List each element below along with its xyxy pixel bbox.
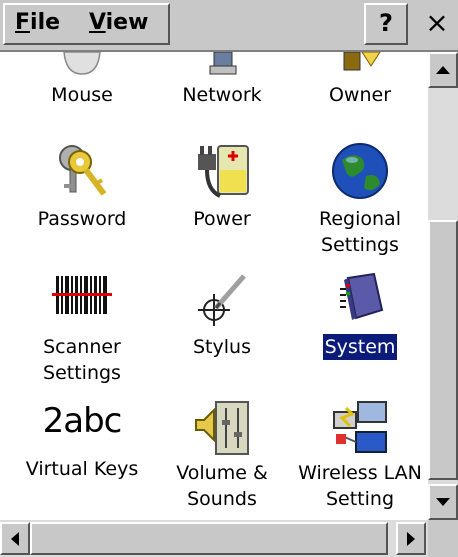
horizontal-scroll-thumb[interactable] <box>30 522 388 555</box>
item-label-line1: Regional <box>319 208 401 230</box>
stylus-crosshair-icon <box>198 274 246 326</box>
owner-icon <box>343 52 381 71</box>
scroll-right-button[interactable] <box>396 522 426 555</box>
horizontal-scrollbar[interactable] <box>0 520 428 557</box>
close-button[interactable]: × <box>418 3 456 45</box>
item-label-line1: Scanner <box>43 336 121 358</box>
power-plug-battery-icon <box>198 145 249 198</box>
help-button[interactable]: ? <box>364 3 408 45</box>
arrow-down-icon <box>436 498 450 506</box>
item-network[interactable]: Network <box>152 52 292 108</box>
scroll-left-button[interactable] <box>0 522 30 555</box>
item-system[interactable]: System <box>290 270 428 361</box>
item-label: Password <box>37 208 127 230</box>
menu-bar: File View ? × <box>0 0 458 52</box>
item-label-line1: Volume & <box>176 462 268 484</box>
control-panel-window: File View ? × Mouse Network Owner Passwo… <box>0 0 458 557</box>
item-label-line2: Settings <box>321 234 399 256</box>
item-label: Stylus <box>193 336 251 358</box>
file-mnemonic: F <box>15 10 31 35</box>
barcode-icon <box>52 276 112 314</box>
item-virtual-keys[interactable]: 2abc Virtual Keys <box>12 398 152 482</box>
item-label-selected: System <box>321 333 399 361</box>
vertical-scrollbar[interactable] <box>428 52 458 520</box>
arrow-right-icon <box>407 532 415 546</box>
item-label-line2: Setting <box>325 488 395 510</box>
item-owner[interactable]: Owner <box>290 52 428 108</box>
keys-icon <box>59 145 107 196</box>
globe-icon <box>332 143 388 199</box>
arrow-left-icon <box>11 532 19 546</box>
vertical-scroll-thumb[interactable] <box>428 220 458 480</box>
item-power[interactable]: Power <box>152 140 292 232</box>
network-icon <box>209 52 237 75</box>
item-mouse[interactable]: Mouse <box>12 52 152 108</box>
speaker-icon <box>195 401 249 455</box>
menu-view[interactable]: View <box>89 10 148 35</box>
scroll-down-button[interactable] <box>428 484 458 520</box>
item-label-line1: Wireless LAN <box>298 462 422 484</box>
icon-view: Mouse Network Owner Password Power Regio… <box>0 52 428 520</box>
file-rest: ile <box>30 10 61 35</box>
icon-text: 2abc <box>42 401 123 441</box>
item-label: Owner <box>328 84 392 106</box>
mouse-icon <box>63 52 101 75</box>
item-label: Power <box>193 208 251 230</box>
item-wireless-lan-setting[interactable]: Wireless LAN Setting <box>290 398 428 512</box>
item-password[interactable]: Password <box>12 140 152 232</box>
menu-file[interactable]: File <box>15 10 60 35</box>
item-stylus[interactable]: Stylus <box>152 270 292 360</box>
menu-group: File View <box>3 3 170 45</box>
system-chip-icon <box>340 272 384 320</box>
scroll-up-button[interactable] <box>428 52 458 88</box>
view-mnemonic: V <box>89 10 106 35</box>
arrow-up-icon <box>436 66 450 74</box>
item-regional-settings[interactable]: Regional Settings <box>290 140 428 258</box>
item-label-line2: Sounds <box>187 488 257 510</box>
item-label: Network <box>182 84 262 106</box>
item-label: Virtual Keys <box>25 458 139 480</box>
item-volume-sounds[interactable]: Volume & Sounds <box>152 398 292 512</box>
wireless-lan-icon <box>333 401 387 453</box>
view-rest: iew <box>105 10 149 35</box>
scrollbar-corner <box>428 520 458 557</box>
item-scanner-settings[interactable]: Scanner Settings <box>12 270 152 386</box>
item-label-line2: Settings <box>43 362 121 384</box>
item-label: Mouse <box>51 84 113 106</box>
2abc-icon: 2abc <box>12 398 152 444</box>
